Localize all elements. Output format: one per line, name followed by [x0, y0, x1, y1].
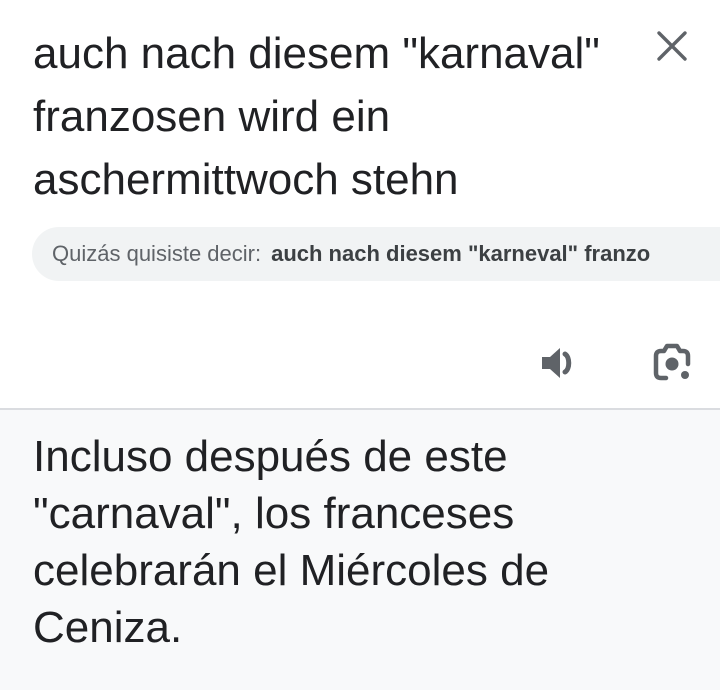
camera-translate-button[interactable]	[646, 340, 698, 386]
source-panel: auch nach diesem "karnaval" franzosen wi…	[0, 0, 720, 408]
did-you-mean-chip[interactable]: Quizás quisiste decir: auch nach diesem …	[32, 227, 720, 281]
listen-button[interactable]	[536, 340, 584, 386]
translation-panel: Incluso después de este "carnaval", los …	[0, 410, 720, 690]
translation-text: Incluso después de este "carnaval", los …	[33, 432, 550, 652]
clear-button[interactable]	[648, 22, 696, 70]
volume-icon	[542, 348, 572, 378]
close-icon	[657, 31, 687, 61]
did-you-mean-label: Quizás quisiste decir:	[52, 241, 262, 266]
source-text[interactable]: auch nach diesem "karnaval" franzosen wi…	[33, 22, 623, 211]
camera-lens-icon	[653, 343, 691, 381]
suggested-text: auch nach diesem "karneval" franzo	[271, 241, 651, 266]
